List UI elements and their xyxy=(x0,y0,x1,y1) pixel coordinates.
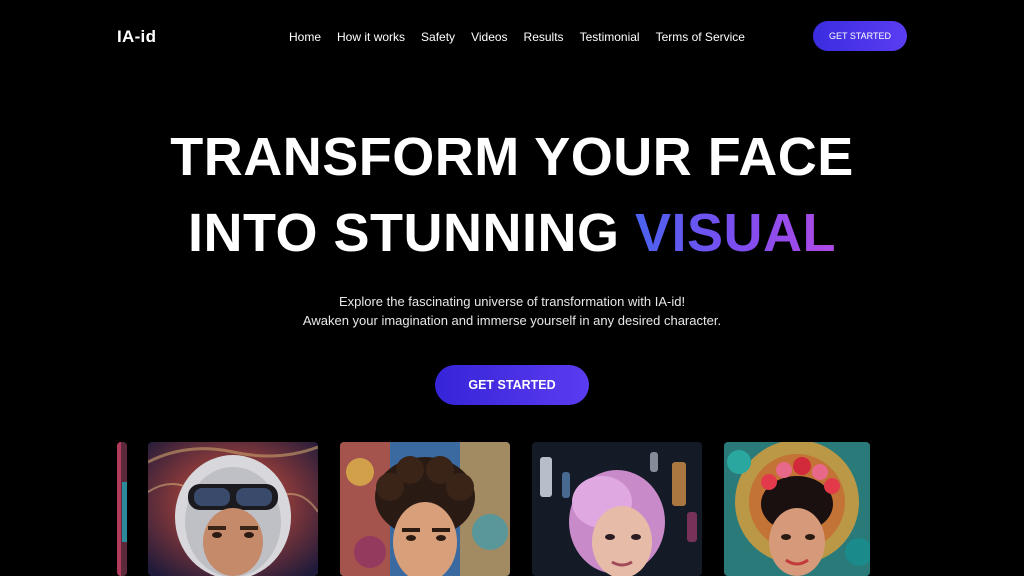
pink-hair-portrait-image xyxy=(532,442,702,576)
nav-testimonial[interactable]: Testimonial xyxy=(580,29,640,45)
nav-videos[interactable]: Videos xyxy=(471,29,507,45)
nav-home[interactable]: Home xyxy=(289,29,321,45)
hero-subtitle-line1: Explore the fascinating universe of tran… xyxy=(338,294,686,309)
nav-how-it-works[interactable]: How it works xyxy=(337,29,405,45)
gallery-edge-card xyxy=(117,442,127,576)
curly-hair-portrait-image xyxy=(340,442,510,576)
main-nav: Home How it works Safety Videos Results … xyxy=(289,29,761,45)
hero-get-started-button[interactable]: GET STARTED xyxy=(435,365,589,405)
nav-safety[interactable]: Safety xyxy=(421,29,455,45)
gallery-card-astronaut[interactable] xyxy=(148,442,318,576)
hero-title-line2: INTO STUNNING VISUAL xyxy=(0,203,1024,263)
nav-terms-of-service[interactable]: Terms of Service xyxy=(656,29,745,45)
hero-subtitle-line2: Awaken your imagination and immerse your… xyxy=(302,313,722,328)
hero-title-prefix: INTO STUNNING xyxy=(187,203,620,263)
astronaut-portrait-image xyxy=(148,442,318,576)
nav-results[interactable]: Results xyxy=(524,29,564,45)
gallery-card-flower-crown[interactable] xyxy=(724,442,870,576)
hero-title-accent: VISUAL xyxy=(635,203,837,263)
gallery-card-pink-hair[interactable] xyxy=(532,442,702,576)
gallery-card-curly-hair[interactable] xyxy=(340,442,510,576)
logo[interactable]: IA-id xyxy=(117,27,156,47)
header-get-started-button[interactable]: GET STARTED xyxy=(813,21,907,51)
hero-title-line1: TRANSFORM YOUR FACE xyxy=(170,127,854,187)
flower-crown-portrait-image xyxy=(724,442,870,576)
